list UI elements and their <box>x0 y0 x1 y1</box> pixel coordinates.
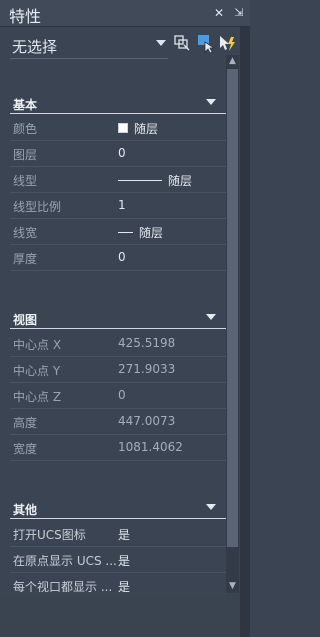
property-value[interactable]: 随层 <box>118 224 163 241</box>
properties-panel: 基本 颜色 随层 图层 0 线型 随层 线型比例 1 线宽 随层 厚度 0 视图… <box>10 90 226 592</box>
scrollbar-thumb[interactable] <box>227 69 238 547</box>
property-row-center-z[interactable]: 中心点 Z 0 <box>10 382 226 409</box>
property-row-ucs-per-viewport[interactable]: 每个视口都显示 ... 是 <box>10 572 226 592</box>
collapse-icon[interactable] <box>206 314 216 320</box>
property-row-width[interactable]: 宽度 1081.4062 <box>10 434 226 461</box>
property-label: 线宽 <box>13 226 38 240</box>
property-row-thickness[interactable]: 厚度 0 <box>10 244 226 271</box>
property-row-layer[interactable]: 图层 0 <box>10 140 226 167</box>
property-label: 打开UCS图标 <box>13 528 86 542</box>
property-row-lineweight[interactable]: 线宽 随层 <box>10 218 226 245</box>
property-label: 颜色 <box>13 122 38 136</box>
section-header-view[interactable]: 视图 <box>10 308 226 329</box>
lineweight-sample <box>118 232 133 233</box>
property-value: 425.5198 <box>118 336 176 350</box>
property-label: 中心点 X <box>13 338 62 352</box>
section-header-basic[interactable]: 基本 <box>10 93 226 114</box>
section-title: 视图 <box>13 313 38 327</box>
section-title: 基本 <box>13 98 38 112</box>
property-row-linetype[interactable]: 线型 随层 <box>10 166 226 193</box>
property-label: 在原点显示 UCS ... <box>13 554 117 568</box>
property-value[interactable]: 随层 <box>118 120 158 137</box>
property-label: 图层 <box>13 148 38 162</box>
panel-edge-strip <box>240 27 250 637</box>
property-row-center-x[interactable]: 中心点 X 425.5198 <box>10 330 226 357</box>
property-label: 每个视口都显示 ... <box>13 580 113 592</box>
section-title: 其他 <box>13 503 38 517</box>
property-row-ucs-at-origin[interactable]: 在原点显示 UCS ... 是 <box>10 546 226 573</box>
property-row-linetype-scale[interactable]: 线型比例 1 <box>10 192 226 219</box>
selection-dropdown[interactable]: 无选择 <box>10 34 168 59</box>
property-label: 中心点 Z <box>13 390 62 404</box>
property-label: 中心点 Y <box>13 364 61 378</box>
collapse-icon[interactable] <box>206 504 216 510</box>
property-label: 宽度 <box>13 442 38 456</box>
quick-select-icon[interactable] <box>172 33 192 53</box>
selection-label: 无选择 <box>12 38 58 56</box>
property-value: 0 <box>118 388 126 402</box>
linetype-sample <box>118 180 162 181</box>
property-value: 271.9033 <box>118 362 176 376</box>
vertical-scrollbar[interactable]: ▲ ▼ <box>226 55 239 593</box>
property-row-center-y[interactable]: 中心点 Y 271.9033 <box>10 356 226 383</box>
panel-footer <box>0 594 240 637</box>
property-value[interactable]: 是 <box>118 552 130 569</box>
property-value: 1081.4062 <box>118 440 183 454</box>
property-label: 高度 <box>13 416 38 430</box>
lightning-icon[interactable]: ⇲ <box>232 6 246 20</box>
property-label: 线型 <box>13 174 38 188</box>
color-swatch <box>118 123 128 133</box>
close-icon[interactable]: ✕ <box>212 6 226 20</box>
property-value[interactable]: 随层 <box>118 172 192 189</box>
chevron-down-icon <box>156 40 166 46</box>
scroll-down-icon[interactable]: ▼ <box>226 580 239 593</box>
property-label: 厚度 <box>13 252 38 266</box>
section-header-misc[interactable]: 其他 <box>10 498 226 519</box>
property-label: 线型比例 <box>13 200 62 214</box>
property-value[interactable]: 1 <box>118 198 126 212</box>
toggle-pickadd-icon[interactable] <box>217 33 237 53</box>
property-row-height[interactable]: 高度 447.0073 <box>10 408 226 435</box>
property-value: 447.0073 <box>118 414 176 428</box>
property-value[interactable]: 是 <box>118 526 130 543</box>
property-row-color[interactable]: 颜色 随层 <box>10 114 226 141</box>
panel-title: 特性 <box>9 7 42 26</box>
property-value[interactable]: 是 <box>118 578 130 592</box>
property-value[interactable]: 0 <box>118 146 126 160</box>
title-bar: 特性 ✕ ⇲ <box>0 0 250 27</box>
collapse-icon[interactable] <box>206 99 216 105</box>
property-value[interactable]: 0 <box>118 250 126 264</box>
scroll-up-icon[interactable]: ▲ <box>226 55 239 68</box>
select-objects-icon[interactable] <box>195 33 215 53</box>
property-row-ucs-icon-on[interactable]: 打开UCS图标 是 <box>10 520 226 547</box>
